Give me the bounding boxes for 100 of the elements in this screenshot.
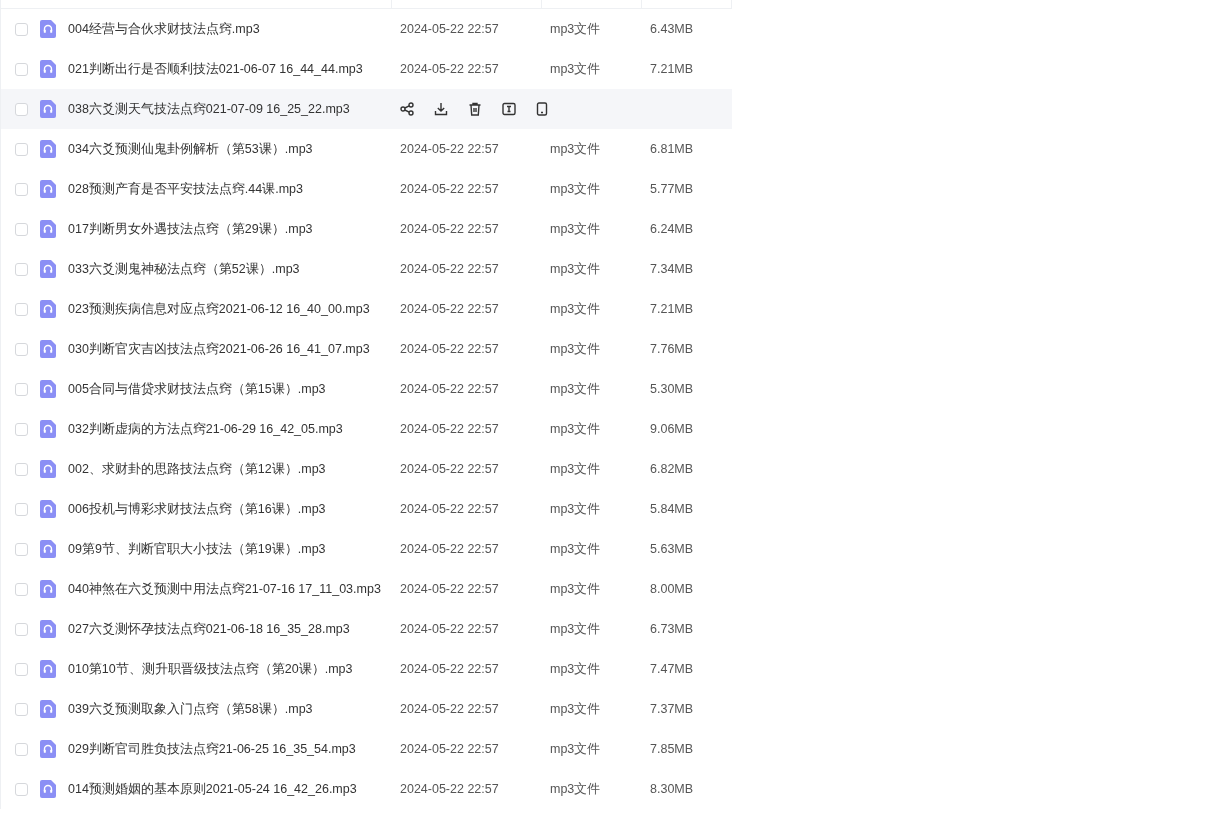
modified-date: 2024-05-22 22:57 (400, 222, 499, 236)
file-row[interactable]: 040神煞在六爻预测中用法点窍21-07-16 17_11_03.mp3 2024-05-22 22:57 mp3文件 8.00MB (1, 569, 732, 609)
checkbox[interactable] (15, 182, 28, 196)
modified-date: 2024-05-22 22:57 (400, 62, 499, 76)
file-size: 5.63MB (650, 542, 694, 556)
file-row[interactable]: 038六爻测天气技法点窍021-07-09 16_25_22.mp3 (1, 89, 732, 129)
file-name[interactable]: 017判断男女外遇技法点窍（第29课）.mp3 (68, 220, 313, 238)
file-row[interactable]: 005合同与借贷求财技法点窍（第15课）.mp3 2024-05-22 22:57 mp3文件 5.30MB (1, 369, 732, 409)
file-name[interactable]: 038六爻测天气技法点窍021-07-09 16_25_22.mp3 (68, 100, 350, 118)
modified-date: 2024-05-22 22:57 (400, 462, 499, 476)
checkbox[interactable] (15, 422, 28, 436)
file-row[interactable]: 09第9节、判断官职大小技法（第19课）.mp3 2024-05-22 22:57 mp3文件 5.63MB (1, 529, 732, 569)
file-name[interactable]: 032判断虚病的方法点窍21-06-29 16_42_05.mp3 (68, 420, 343, 438)
file-name[interactable]: 021判断出行是否顺利技法021-06-07 16_44_44.mp3 (68, 60, 363, 78)
audio-file-icon (40, 620, 56, 638)
modified-date: 2024-05-22 22:57 (400, 742, 499, 756)
file-size: 7.37MB (650, 702, 694, 716)
file-row[interactable]: 028预测产育是否平安技法点窍.44课.mp3 2024-05-22 22:57 mp3文件 5.77MB (1, 169, 732, 209)
file-row[interactable]: 030判断官灾吉凶技法点窍2021-06-26 16_41_07.mp3 2024-05-22 22:57 mp3文件 7.76MB (1, 329, 732, 369)
file-type: mp3文件 (550, 461, 601, 476)
file-row[interactable]: 023预测疾病信息对应点窍2021-06-12 16_40_00.mp3 2024-05-22 22:57 mp3文件 7.21MB (1, 289, 732, 329)
modified-date: 2024-05-22 22:57 (400, 142, 499, 156)
file-type: mp3文件 (550, 581, 601, 596)
file-size: 5.84MB (650, 502, 694, 516)
checkbox[interactable] (15, 462, 28, 476)
checkbox[interactable] (15, 622, 28, 636)
trash-icon[interactable] (468, 102, 482, 116)
file-row[interactable]: 017判断男女外遇技法点窍（第29课）.mp3 2024-05-22 22:57 mp3文件 6.24MB (1, 209, 732, 249)
file-size: 6.82MB (650, 462, 694, 476)
file-row[interactable]: 027六爻测怀孕技法点窍021-06-18 16_35_28.mp3 2024-05-22 22:57 mp3文件 6.73MB (1, 609, 732, 649)
file-name[interactable]: 005合同与借贷求财技法点窍（第15课）.mp3 (68, 380, 326, 398)
modified-date: 2024-05-22 22:57 (400, 422, 499, 436)
modified-date: 2024-05-22 22:57 (400, 782, 499, 796)
modified-date: 2024-05-22 22:57 (400, 542, 499, 556)
file-row[interactable]: 034六爻预测仙鬼卦例解析（第53课）.mp3 2024-05-22 22:57 mp3文件 6.81MB (1, 129, 732, 169)
file-name[interactable]: 039六爻预测取象入门点窍（第58课）.mp3 (68, 700, 313, 718)
checkbox[interactable] (15, 142, 28, 156)
file-name[interactable]: 004经营与合伙求财技法点窍.mp3 (68, 20, 260, 38)
file-row[interactable]: 004经营与合伙求财技法点窍.mp3 2024-05-22 22:57 mp3文件 6.43MB (1, 9, 732, 49)
audio-file-icon (40, 260, 56, 278)
checkbox[interactable] (15, 542, 28, 556)
file-type: mp3文件 (550, 661, 601, 676)
audio-file-icon (40, 740, 56, 758)
modified-date: 2024-05-22 22:57 (400, 662, 499, 676)
file-name[interactable]: 006投机与博彩求财技法点窍（第16课）.mp3 (68, 500, 326, 518)
file-type: mp3文件 (550, 541, 601, 556)
file-size: 7.76MB (650, 342, 694, 356)
checkbox[interactable] (15, 782, 28, 796)
checkbox[interactable] (15, 62, 28, 76)
checkbox[interactable] (15, 262, 28, 276)
checkbox[interactable] (15, 382, 28, 396)
file-name[interactable]: 023预测疾病信息对应点窍2021-06-12 16_40_00.mp3 (68, 300, 370, 318)
audio-file-icon (40, 700, 56, 718)
audio-file-icon (40, 380, 56, 398)
file-name[interactable]: 010第10节、测升职晋级技法点窍（第20课）.mp3 (68, 660, 353, 678)
checkbox[interactable] (15, 302, 28, 316)
file-size: 6.81MB (650, 142, 694, 156)
file-row[interactable]: 002、求财卦的思路技法点窍（第12课）.mp3 2024-05-22 22:57 mp3文件 6.82MB (1, 449, 732, 489)
checkbox[interactable] (15, 742, 28, 756)
file-row[interactable]: 006投机与博彩求财技法点窍（第16课）.mp3 2024-05-22 22:57 mp3文件 5.84MB (1, 489, 732, 529)
file-size: 5.77MB (650, 182, 694, 196)
checkbox[interactable] (15, 222, 28, 236)
file-row[interactable]: 029判断官司胜负技法点窍21-06-25 16_35_54.mp3 2024-05-22 22:57 mp3文件 7.85MB (1, 729, 732, 769)
modified-date: 2024-05-22 22:57 (400, 382, 499, 396)
checkbox[interactable] (15, 22, 28, 36)
file-type: mp3文件 (550, 621, 601, 636)
file-name[interactable]: 028预测产育是否平安技法点窍.44课.mp3 (68, 180, 304, 198)
file-type: mp3文件 (550, 61, 601, 76)
file-name[interactable]: 034六爻预测仙鬼卦例解析（第53课）.mp3 (68, 140, 313, 158)
file-row[interactable]: 032判断虚病的方法点窍21-06-29 16_42_05.mp3 2024-05-22 22:57 mp3文件 9.06MB (1, 409, 732, 449)
audio-file-icon (40, 500, 56, 518)
file-type: mp3文件 (550, 741, 601, 756)
file-row[interactable]: 010第10节、测升职晋级技法点窍（第20课）.mp3 2024-05-22 22:57 mp3文件 7.47MB (1, 649, 732, 689)
file-type: mp3文件 (550, 141, 601, 156)
file-name[interactable]: 029判断官司胜负技法点窍21-06-25 16_35_54.mp3 (68, 740, 356, 758)
file-name[interactable]: 030判断官灾吉凶技法点窍2021-06-26 16_41_07.mp3 (68, 340, 370, 358)
file-name[interactable]: 014预测婚姻的基本原则2021-05-24 16_42_26.mp3 (68, 780, 357, 798)
phone-icon[interactable] (536, 102, 548, 116)
file-row[interactable]: 021判断出行是否顺利技法021-06-07 16_44_44.mp3 2024-05-22 22:57 mp3文件 7.21MB (1, 49, 732, 89)
share-icon[interactable] (400, 102, 414, 116)
file-row[interactable]: 039六爻预测取象入门点窍（第58课）.mp3 2024-05-22 22:57 mp3文件 7.37MB (1, 689, 732, 729)
audio-file-icon (40, 420, 56, 438)
file-name[interactable]: 09第9节、判断官职大小技法（第19课）.mp3 (68, 540, 326, 558)
file-type: mp3文件 (550, 301, 601, 316)
download-icon[interactable] (434, 102, 448, 116)
checkbox[interactable] (15, 102, 28, 116)
checkbox[interactable] (15, 662, 28, 676)
modified-date: 2024-05-22 22:57 (400, 342, 499, 356)
file-name[interactable]: 027六爻测怀孕技法点窍021-06-18 16_35_28.mp3 (68, 620, 350, 638)
file-name[interactable]: 002、求财卦的思路技法点窍（第12课）.mp3 (68, 460, 326, 478)
checkbox[interactable] (15, 342, 28, 356)
checkbox[interactable] (15, 582, 28, 596)
text-cursor-icon[interactable] (502, 102, 516, 116)
file-type: mp3文件 (550, 781, 601, 796)
file-row[interactable]: 033六爻测鬼神秘法点窍（第52课）.mp3 2024-05-22 22:57 mp3文件 7.34MB (1, 249, 732, 289)
checkbox[interactable] (15, 502, 28, 516)
file-row[interactable]: 014预测婚姻的基本原则2021-05-24 16_42_26.mp3 2024-05-22 22:57 mp3文件 8.30MB (1, 769, 732, 809)
file-name[interactable]: 033六爻测鬼神秘法点窍（第52课）.mp3 (68, 260, 300, 278)
checkbox[interactable] (15, 702, 28, 716)
file-name[interactable]: 040神煞在六爻预测中用法点窍21-07-16 17_11_03.mp3 (68, 580, 381, 598)
